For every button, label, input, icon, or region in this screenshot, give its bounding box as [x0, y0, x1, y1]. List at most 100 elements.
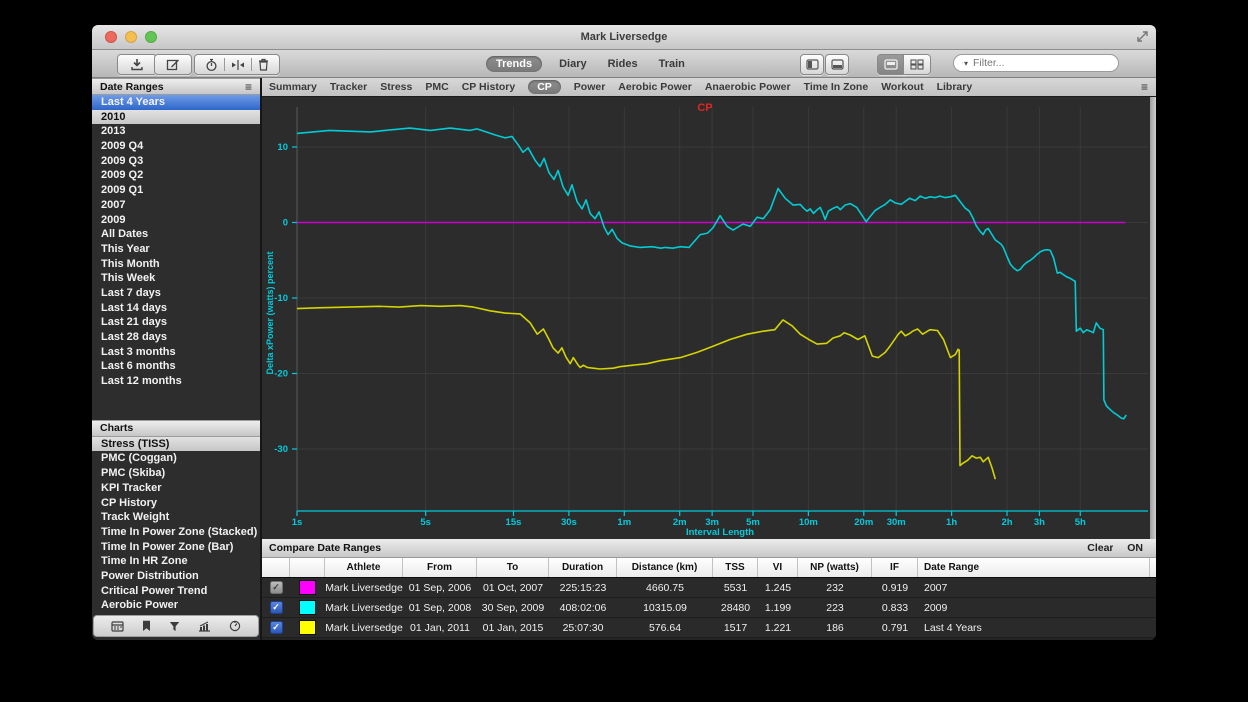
- col-np[interactable]: NP (watts): [798, 558, 872, 577]
- chart-item-power-distribution[interactable]: Power Distribution: [92, 569, 260, 584]
- on-toggle[interactable]: ON: [1127, 542, 1143, 554]
- sidebar-item-2009-q3[interactable]: 2009 Q3: [92, 154, 260, 169]
- sidebar-item-this-year[interactable]: This Year: [92, 242, 260, 257]
- chevron-down-icon[interactable]: ▾: [964, 59, 968, 68]
- chart-scrollbar[interactable]: [1150, 97, 1156, 539]
- sidebar-item-last-21-days[interactable]: Last 21 days: [92, 315, 260, 330]
- app-window: Mark Liversedge: [92, 25, 1156, 640]
- sidebar-item-last-12-months[interactable]: Last 12 months: [92, 374, 260, 389]
- tab-cp[interactable]: CP: [528, 80, 561, 94]
- col-date-range[interactable]: Date Range: [918, 558, 1150, 577]
- col-distance[interactable]: Distance (km): [617, 558, 713, 577]
- chart-item-aerobic-power[interactable]: Aerobic Power: [92, 598, 260, 613]
- tab-workout[interactable]: Workout: [881, 81, 923, 93]
- series-color-swatch[interactable]: [299, 620, 316, 635]
- sidebar-item-last-6-months[interactable]: Last 6 months: [92, 359, 260, 374]
- single-layout-button[interactable]: [877, 54, 905, 75]
- tab-anaerobic-power[interactable]: Anaerobic Power: [705, 81, 791, 93]
- cp-chart: 1s5s15s30s1m2m3m5m10m20m30m1h2h3h5hInter…: [262, 97, 1156, 539]
- series-color-swatch[interactable]: [299, 600, 316, 615]
- col-vi[interactable]: VI: [758, 558, 798, 577]
- sidebar-item-2009[interactable]: 2009: [92, 213, 260, 228]
- edit-button[interactable]: [154, 54, 192, 75]
- close-button[interactable]: [105, 31, 117, 43]
- chart-item-tipz-bar[interactable]: Time In Power Zone (Bar): [92, 540, 260, 555]
- tab-stress[interactable]: Stress: [380, 81, 412, 93]
- col-if[interactable]: IF: [872, 558, 918, 577]
- sidebar-item-last-4-years[interactable]: Last 4 Years: [92, 95, 260, 110]
- funnel-icon[interactable]: [169, 621, 180, 632]
- sidebar-item-2010[interactable]: 2010: [92, 110, 260, 125]
- chart-item-pmc-coggan[interactable]: PMC (Coggan): [92, 451, 260, 466]
- download-button[interactable]: [117, 54, 157, 75]
- view-train[interactable]: Train: [655, 57, 689, 71]
- chart-item-tipz-stacked[interactable]: Time In Power Zone (Stacked): [92, 525, 260, 540]
- col-to[interactable]: To: [477, 558, 549, 577]
- series-color-swatch[interactable]: [299, 580, 316, 595]
- tab-library[interactable]: Library: [937, 81, 973, 93]
- row-checkbox[interactable]: [270, 581, 283, 594]
- chart-item-pmc-skiba[interactable]: PMC (Skiba): [92, 466, 260, 481]
- tiled-layout-button[interactable]: [903, 54, 931, 75]
- filter-input[interactable]: [971, 56, 1110, 70]
- zoom-button[interactable]: [145, 31, 157, 43]
- trash-icon[interactable]: [258, 58, 269, 71]
- toggle-sidebar-button[interactable]: [800, 54, 824, 75]
- tab-aerobic-power[interactable]: Aerobic Power: [618, 81, 692, 93]
- row-checkbox[interactable]: [270, 601, 283, 614]
- sidebar-item-2009-q1[interactable]: 2009 Q1: [92, 183, 260, 198]
- row-checkbox[interactable]: [270, 621, 283, 634]
- view-diary[interactable]: Diary: [555, 57, 591, 71]
- tab-summary[interactable]: Summary: [269, 81, 317, 93]
- sidebar-item-last-28-days[interactable]: Last 28 days: [92, 330, 260, 345]
- tab-time-in-zone[interactable]: Time In Zone: [804, 81, 869, 93]
- sidebar-item-this-month[interactable]: This Month: [92, 257, 260, 272]
- compare-filler: [262, 638, 1156, 640]
- chart-item-critical-power-trend[interactable]: Critical Power Trend: [92, 584, 260, 599]
- calendar-icon[interactable]: [111, 621, 124, 632]
- stopwatch-icon[interactable]: [205, 58, 218, 72]
- title-bar[interactable]: Mark Liversedge: [92, 25, 1156, 50]
- clear-button[interactable]: Clear: [1087, 542, 1113, 554]
- sidebar-item-last-3-months[interactable]: Last 3 months: [92, 345, 260, 360]
- chart-item-cp-history[interactable]: CP History: [92, 496, 260, 511]
- menu-icon[interactable]: ≡: [245, 80, 252, 94]
- bar-chart-icon[interactable]: [198, 621, 211, 632]
- gauge-icon[interactable]: [229, 620, 241, 632]
- filter-field[interactable]: ▾: [953, 54, 1119, 72]
- tab-pmc[interactable]: PMC: [425, 81, 448, 93]
- sidebar-item-2013[interactable]: 2013: [92, 124, 260, 139]
- cell-np: 223: [798, 598, 872, 617]
- chart-item-track-weight[interactable]: Track Weight: [92, 510, 260, 525]
- minimize-button[interactable]: [125, 31, 137, 43]
- view-trends[interactable]: Trends: [486, 56, 542, 72]
- charts-header: Charts: [92, 420, 260, 437]
- view-rides[interactable]: Rides: [604, 57, 642, 71]
- sidebar-item-last-7-days[interactable]: Last 7 days: [92, 286, 260, 301]
- table-row[interactable]: Mark Liversedge 01 Jan, 2011 01 Jan, 201…: [262, 618, 1156, 638]
- toggle-bottombar-button[interactable]: [825, 54, 849, 75]
- sidebar-item-2009-q4[interactable]: 2009 Q4: [92, 139, 260, 154]
- bookmark-icon[interactable]: [142, 620, 151, 632]
- sidebar-item-last-14-days[interactable]: Last 14 days: [92, 301, 260, 316]
- sidebar-item-all-dates[interactable]: All Dates: [92, 227, 260, 242]
- col-tss[interactable]: TSS: [713, 558, 758, 577]
- col-athlete[interactable]: Athlete: [325, 558, 403, 577]
- table-row[interactable]: Mark Liversedge 01 Sep, 2006 01 Oct, 200…: [262, 578, 1156, 598]
- filter-funnel-icon[interactable]: [962, 58, 963, 68]
- split-icon[interactable]: [231, 59, 245, 71]
- tab-cp-history[interactable]: CP History: [462, 81, 516, 93]
- col-from[interactable]: From: [403, 558, 477, 577]
- sidebar-item-2009-q2[interactable]: 2009 Q2: [92, 168, 260, 183]
- chart-item-stress-tiss[interactable]: Stress (TISS): [92, 437, 260, 452]
- chart-item-time-in-hr-zone[interactable]: Time In HR Zone: [92, 554, 260, 569]
- expand-icon[interactable]: [1136, 30, 1149, 43]
- sidebar-item-2007[interactable]: 2007: [92, 198, 260, 213]
- tab-tracker[interactable]: Tracker: [330, 81, 367, 93]
- tabbar-menu-icon[interactable]: ≡: [1141, 80, 1148, 94]
- tab-power[interactable]: Power: [574, 81, 606, 93]
- table-row[interactable]: Mark Liversedge 01 Sep, 2008 30 Sep, 200…: [262, 598, 1156, 618]
- sidebar-item-this-week[interactable]: This Week: [92, 271, 260, 286]
- chart-item-kpi-tracker[interactable]: KPI Tracker: [92, 481, 260, 496]
- col-duration[interactable]: Duration: [549, 558, 617, 577]
